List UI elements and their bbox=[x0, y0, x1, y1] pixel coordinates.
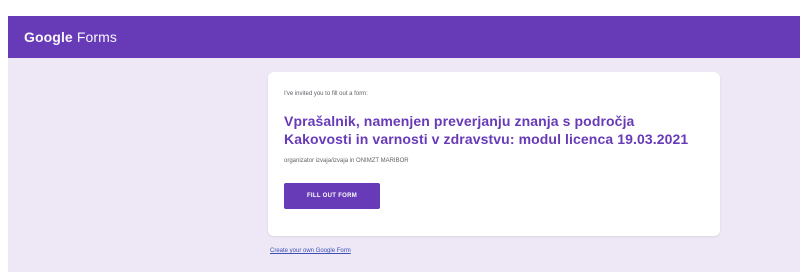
google-forms-logo: Google Forms bbox=[24, 29, 117, 45]
app-header: Google Forms bbox=[8, 16, 800, 58]
google-forms-page: Google Forms I've invited you to fill ou… bbox=[8, 16, 800, 272]
create-google-form-link[interactable]: Create your own Google Form bbox=[270, 248, 351, 254]
fill-out-form-button[interactable]: FILL OUT FORM bbox=[284, 183, 380, 209]
invite-text: I've invited you to fill out a form: bbox=[284, 91, 368, 97]
forms-wordmark: Forms bbox=[72, 29, 117, 45]
form-title: Vprašalnik, namenjen preverjanju znanja … bbox=[284, 113, 689, 147]
fill-out-form-label: FILL OUT FORM bbox=[306, 193, 358, 199]
google-wordmark: Google bbox=[24, 29, 73, 45]
form-invitation-card: I've invited you to fill out a form: Vpr… bbox=[268, 72, 720, 236]
organizer-text: organizator izvaja/izvaja in ONIMZT MARI… bbox=[284, 158, 409, 164]
top-strip bbox=[0, 0, 802, 16]
screen: Google Forms I've invited you to fill ou… bbox=[0, 0, 802, 272]
